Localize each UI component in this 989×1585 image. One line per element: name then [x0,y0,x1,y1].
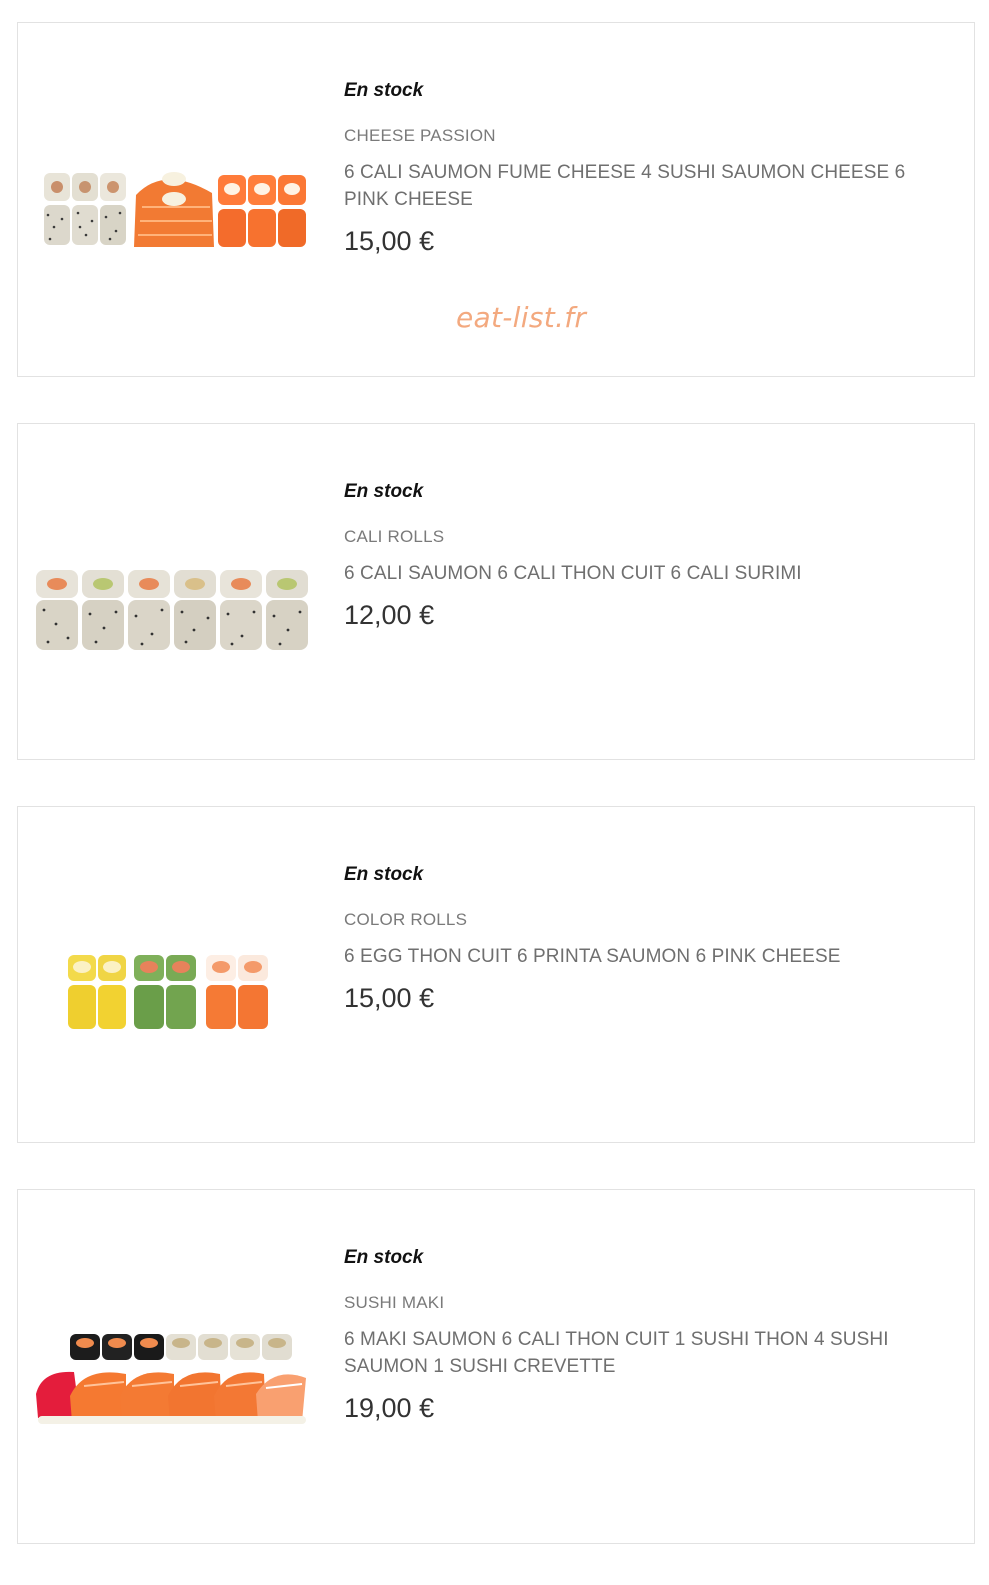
site-watermark: eat-list.fr [456,301,587,334]
product-card[interactable]: En stock COLOR ROLLS 6 EGG THON CUIT 6 P… [17,806,975,1143]
product-info: En stock CHEESE PASSION 6 CALI SAUMON FU… [344,79,924,257]
sushi-maki-image [34,1326,312,1436]
product-card[interactable]: En stock CHEESE PASSION 6 CALI SAUMON FU… [17,22,975,377]
stock-status: En stock [344,864,424,885]
product-category: SUSHI MAKI [344,1293,445,1312]
product-card[interactable]: En stock SUSHI MAKI 6 MAKI SAUMON 6 CALI… [17,1189,975,1544]
product-price: 15,00 € [344,983,435,1013]
product-description: 6 CALI SAUMON 6 CALI THON CUIT 6 CALI SU… [344,563,802,584]
color-rolls-image [34,937,312,1047]
product-description: 6 EGG THON CUIT 6 PRINTA SAUMON 6 PINK C… [344,946,841,967]
product-category: COLOR ROLLS [344,910,468,929]
product-price: 15,00 € [344,226,435,256]
product-category: CHEESE PASSION [344,126,496,145]
product-image[interactable] [34,1326,312,1436]
product-description: 6 CALI SAUMON FUME CHEESE 4 SUSHI SAUMON… [344,162,906,210]
product-category: CALI ROLLS [344,527,445,546]
product-card[interactable]: En stock CALI ROLLS 6 CALI SAUMON 6 CALI… [17,423,975,760]
stock-status: En stock [344,481,424,502]
stock-status: En stock [344,1247,424,1268]
product-description: 6 MAKI SAUMON 6 CALI THON CUIT 1 SUSHI T… [344,1329,889,1377]
product-image[interactable] [34,937,312,1047]
cali-rolls-image [34,554,312,664]
stock-status: En stock [344,80,424,101]
product-info: En stock SUSHI MAKI 6 MAKI SAUMON 6 CALI… [344,1246,924,1424]
product-info: En stock COLOR ROLLS 6 EGG THON CUIT 6 P… [344,863,924,1014]
product-image[interactable] [34,554,312,664]
sushi-cheese-passion-image [34,155,312,265]
product-price: 12,00 € [344,600,435,630]
product-info: En stock CALI ROLLS 6 CALI SAUMON 6 CALI… [344,480,924,631]
product-image[interactable] [34,155,312,265]
product-price: 19,00 € [344,1393,435,1423]
